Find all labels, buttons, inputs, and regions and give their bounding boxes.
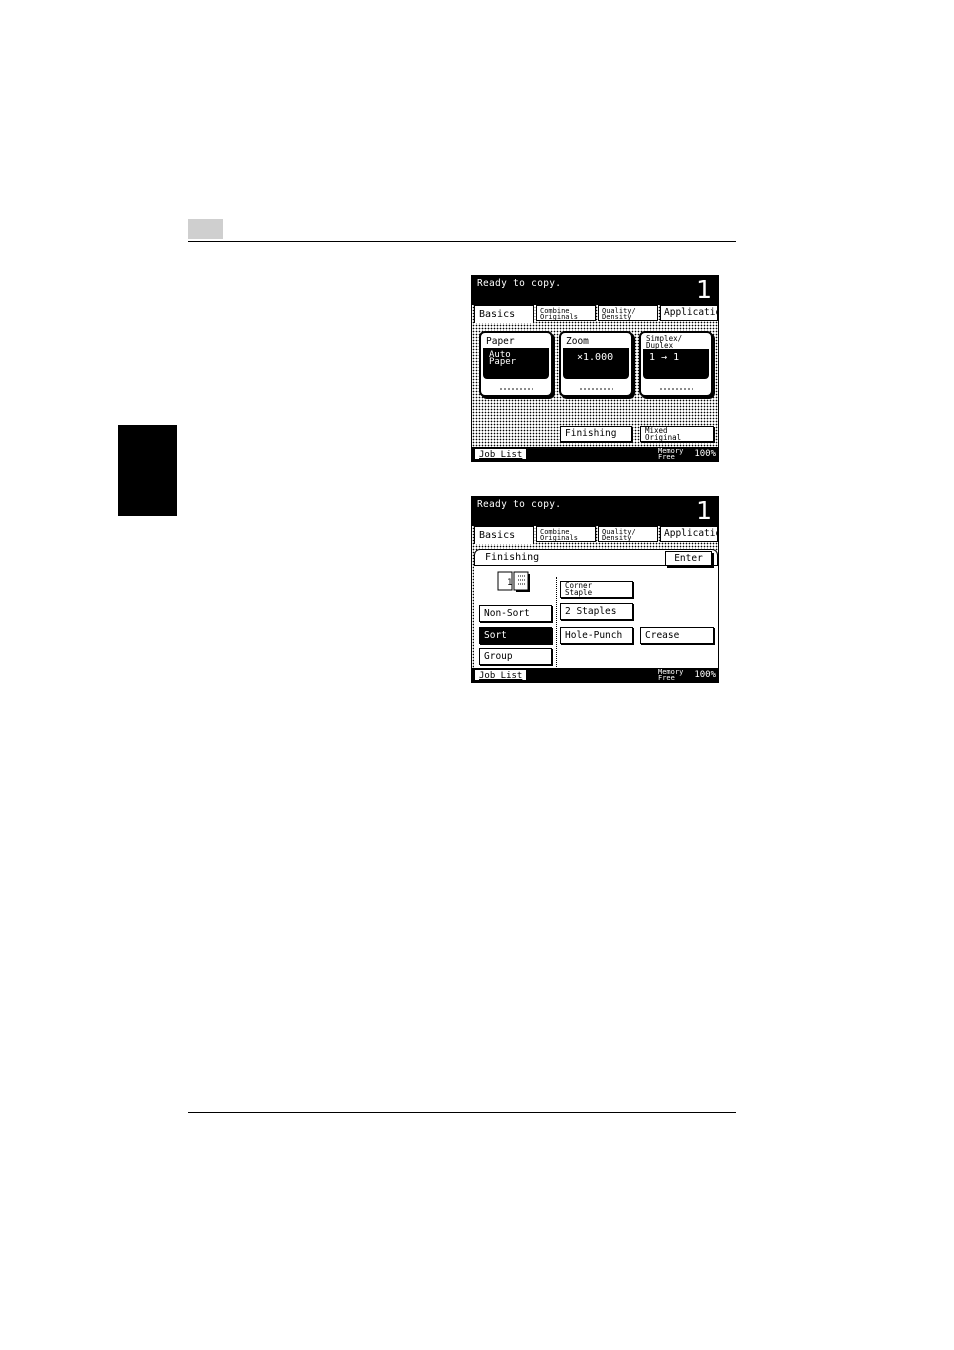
status-message: Ready to copy. bbox=[477, 499, 562, 510]
job-list-button[interactable]: Job List bbox=[474, 448, 528, 460]
tab-application-label: Application bbox=[664, 528, 717, 539]
memory-free-label: Memory Free bbox=[658, 448, 683, 461]
sort-button[interactable]: Sort bbox=[479, 627, 552, 644]
finishing-divider bbox=[556, 577, 558, 667]
bottom-bar: Job List Memory Free 100% bbox=[472, 447, 718, 461]
tab-combine-label-2: Originals bbox=[540, 534, 578, 542]
header-rule bbox=[188, 241, 736, 242]
non-sort-button[interactable]: Non-Sort bbox=[479, 605, 552, 622]
simplex-title: Simplex/ Duplex bbox=[643, 335, 709, 350]
bottom-bar: Job List Memory Free 100% bbox=[472, 668, 718, 682]
tab-basics-label: Basics bbox=[479, 530, 516, 541]
paper-value: Auto Paper bbox=[483, 349, 549, 379]
group-button[interactable]: Group bbox=[479, 648, 552, 665]
tab-application-label: Application bbox=[664, 307, 717, 318]
sort-icon: 1 bbox=[497, 571, 530, 592]
finishing-header: Finishing Enter bbox=[474, 549, 718, 566]
paper-value-line-2: Paper bbox=[489, 357, 517, 367]
paper-button[interactable]: Paper Auto Paper bbox=[479, 331, 553, 397]
tab-combine-label-2: Originals bbox=[540, 313, 578, 321]
job-list-button[interactable]: Job List bbox=[474, 669, 528, 681]
tab-combine-originals[interactable]: Combine Originals bbox=[536, 305, 596, 321]
memory-free-label: Memory Free bbox=[658, 669, 683, 682]
enter-button[interactable]: Enter bbox=[665, 551, 712, 566]
zoom-value: ×1.000 bbox=[563, 349, 629, 379]
mixed-label-2: Original bbox=[645, 432, 682, 442]
sort-icon-digit: 1 bbox=[507, 578, 512, 588]
paper-title: Paper bbox=[483, 335, 549, 349]
status-bar: Ready to copy. 1 bbox=[472, 497, 718, 526]
footer-rule bbox=[188, 1112, 736, 1113]
tab-quality-density[interactable]: Quality/ Density bbox=[598, 305, 658, 321]
two-staples-button[interactable]: 2 Staples bbox=[560, 603, 633, 620]
copier-panel-finishing: Ready to copy. 1 Basics Combine Original… bbox=[471, 496, 719, 683]
tab-quality-label-2: Density bbox=[602, 534, 632, 542]
tab-quality-label-2: Density bbox=[602, 313, 632, 321]
hole-punch-button[interactable]: Hole-Punch bbox=[560, 627, 633, 644]
tab-combine-originals[interactable]: Combine Originals bbox=[536, 526, 596, 542]
simplex-value: 1 → 1 bbox=[643, 349, 709, 379]
mixed-original-button[interactable]: Mixed Original bbox=[640, 426, 714, 442]
memory-percent: 100% bbox=[694, 670, 716, 680]
header-tab-marker bbox=[188, 219, 223, 239]
corner-staple-button[interactable]: Corner Staple bbox=[560, 581, 633, 598]
simplex-duplex-button[interactable]: Simplex/ Duplex 1 → 1 bbox=[639, 331, 713, 397]
copy-count: 1 bbox=[696, 275, 712, 304]
copy-count: 1 bbox=[696, 496, 712, 525]
finishing-button[interactable]: Finishing bbox=[560, 426, 632, 442]
memory-percent: 100% bbox=[694, 449, 716, 459]
corner-staple-label-2: Staple bbox=[565, 587, 593, 597]
tab-basics-label: Basics bbox=[479, 309, 516, 320]
tab-basics[interactable]: Basics bbox=[474, 305, 534, 323]
finishing-title: Finishing bbox=[485, 552, 540, 563]
zoom-indicator bbox=[579, 387, 613, 391]
crease-button[interactable]: Crease bbox=[640, 627, 714, 644]
paper-indicator bbox=[499, 387, 533, 391]
status-message: Ready to copy. bbox=[477, 278, 562, 289]
chapter-side-tab bbox=[118, 425, 177, 516]
copier-panel-basics: Ready to copy. 1 Basics Combine Original… bbox=[471, 275, 719, 462]
zoom-button[interactable]: Zoom ×1.000 bbox=[559, 331, 633, 397]
tab-application[interactable]: Application bbox=[660, 526, 718, 542]
tab-application[interactable]: Application bbox=[660, 305, 718, 321]
simplex-indicator bbox=[659, 387, 693, 391]
tab-quality-density[interactable]: Quality/ Density bbox=[598, 526, 658, 542]
status-bar: Ready to copy. 1 bbox=[472, 276, 718, 305]
tab-basics[interactable]: Basics bbox=[474, 526, 534, 544]
zoom-title: Zoom bbox=[563, 335, 629, 349]
